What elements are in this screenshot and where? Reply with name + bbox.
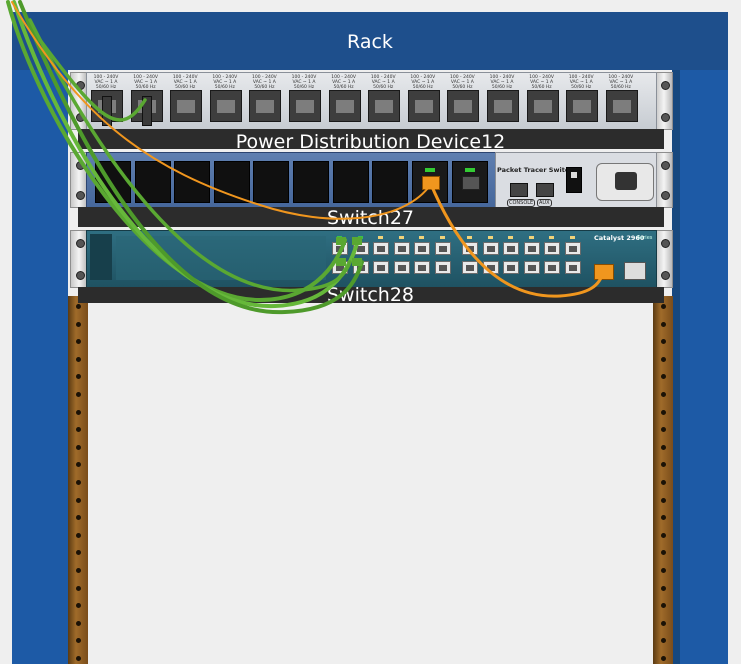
green-connector-c (336, 258, 346, 266)
cable-overlay (6, 0, 605, 315)
green-cable-3[interactable] (18, 0, 364, 315)
orange-cable-1[interactable] (11, 1, 429, 220)
green-cable-1[interactable] (6, 0, 347, 303)
green-cable-2[interactable] (12, 0, 360, 309)
orange-cable-2[interactable] (428, 180, 605, 298)
green-connector-b (352, 237, 362, 245)
green-connector-d (352, 258, 362, 266)
green-connector-a (336, 237, 346, 245)
